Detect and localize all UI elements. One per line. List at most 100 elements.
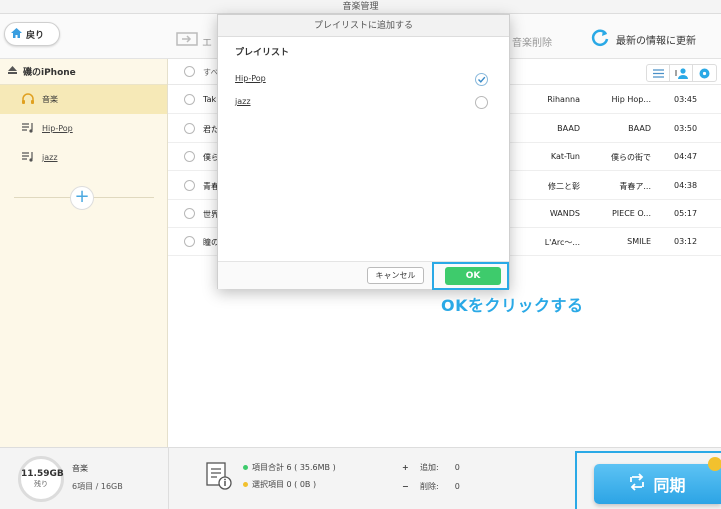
add-to-playlist-dialog: プレイリストに追加する プレイリスト Hip-Pop jazz キャンセル OK	[217, 14, 510, 290]
selected-items-text: 選択項目 0 ( 0B )	[252, 480, 317, 489]
playlist-icon	[22, 122, 34, 135]
free-space-label: 残り	[34, 480, 48, 488]
sidebar-item-jazz[interactable]: jazz	[0, 143, 167, 172]
device-name: 磯のiPhone	[23, 68, 76, 78]
row-checkbox[interactable]	[184, 94, 195, 105]
back-button[interactable]: 戻り	[4, 22, 60, 46]
total-items-line: 項目合計 6 ( 35.6MB )	[243, 462, 336, 473]
song-title: Tak	[203, 95, 217, 104]
playlist-checkbox-jazz[interactable]	[475, 96, 488, 109]
export-button[interactable]: エ	[176, 32, 212, 51]
song-duration: 04:47	[674, 152, 698, 161]
add-playlist-area: +	[0, 185, 168, 211]
song-artist: 修二と彰	[548, 182, 580, 191]
sidebar: 磯のiPhone 音楽 Hip-Pop jazz +	[0, 59, 168, 447]
total-dot-icon	[243, 465, 248, 470]
row-checkbox[interactable]	[184, 123, 195, 134]
song-album: BAAD	[628, 124, 651, 133]
back-button-label: 戻り	[26, 30, 45, 41]
refresh-icon	[590, 28, 610, 51]
delete-sign: −	[402, 482, 409, 491]
sync-label: 同期	[653, 476, 686, 495]
dialog-footer: キャンセル OK	[218, 261, 509, 290]
song-duration: 05:17	[674, 209, 698, 218]
list-view-button[interactable]	[647, 65, 670, 81]
song-artist: Kat-Tun	[550, 152, 580, 161]
playlist-icon	[22, 151, 34, 164]
plus-icon: +	[74, 186, 90, 207]
sidebar-item-label: Hip-Pop	[42, 124, 73, 133]
playlist-option-hip-pop[interactable]: Hip-Pop	[235, 74, 266, 83]
status-bar: 11.59GB 残り 音楽 6項目 / 16GB 項目合計 6 ( 35.6MB…	[0, 447, 721, 509]
row-checkbox[interactable]	[184, 236, 195, 247]
list-view-icon	[652, 68, 664, 78]
storage-ring: 11.59GB 残り	[18, 456, 64, 502]
window-title: 音楽管理	[342, 2, 379, 12]
sync-icon	[629, 473, 645, 495]
add-label: 追加:	[420, 463, 439, 472]
sync-button[interactable]: 同期	[594, 464, 721, 504]
free-space-value: 11.59GB	[21, 469, 64, 479]
song-album: 僕らの街で	[611, 153, 651, 162]
artist-view-button[interactable]	[670, 65, 693, 81]
song-duration: 03:45	[674, 95, 698, 104]
delete-count-line: − 削除: 0	[402, 481, 460, 492]
add-count-line: + 追加: 0	[402, 462, 460, 473]
delete-music-label: 音楽削除	[512, 38, 552, 49]
song-album: 青春ア...	[619, 182, 651, 191]
delete-label: 削除:	[420, 482, 439, 491]
storage-count: 6項目 / 16GB	[72, 482, 123, 491]
add-count: 0	[454, 463, 460, 472]
album-icon	[699, 68, 710, 78]
selected-dot-icon	[243, 482, 248, 487]
song-artist: BAAD	[557, 124, 580, 133]
export-icon	[176, 32, 198, 51]
refresh-button[interactable]: 最新の情報に更新	[590, 28, 696, 51]
divider	[168, 448, 169, 509]
device-header[interactable]: 磯のiPhone	[0, 59, 167, 85]
home-icon	[11, 27, 22, 41]
add-sign: +	[402, 463, 409, 472]
song-album: Hip Hop...	[611, 95, 651, 104]
song-duration: 03:12	[674, 237, 698, 246]
song-duration: 03:50	[674, 124, 698, 133]
cancel-button[interactable]: キャンセル	[367, 267, 424, 284]
dialog-title: プレイリストに追加する	[218, 15, 509, 37]
artist-icon	[674, 67, 688, 79]
callout-instruction: OKをクリックする	[441, 296, 584, 315]
eject-icon[interactable]	[8, 66, 17, 77]
add-playlist-button[interactable]: +	[70, 186, 94, 210]
row-checkbox[interactable]	[184, 151, 195, 162]
row-checkbox[interactable]	[184, 180, 195, 191]
export-label: エ	[202, 38, 212, 49]
delete-music-button[interactable]: 音楽削除	[512, 34, 552, 49]
view-toggle-group	[646, 64, 717, 82]
song-artist: L'Arc～...	[544, 238, 580, 247]
select-all-checkbox[interactable]	[184, 66, 195, 77]
refresh-label: 最新の情報に更新	[616, 36, 696, 47]
sidebar-item-hip-pop[interactable]: Hip-Pop	[0, 114, 167, 143]
sidebar-item-music[interactable]: 音楽	[0, 85, 167, 114]
song-artist: WANDS	[549, 209, 580, 218]
delete-count: 0	[454, 482, 460, 491]
playlist-option-jazz[interactable]: jazz	[235, 97, 251, 106]
document-info-icon	[206, 462, 232, 493]
playlist-checkbox-hip-pop[interactable]	[475, 73, 488, 86]
song-artist: Rihanna	[547, 95, 580, 104]
sidebar-item-label: jazz	[42, 153, 58, 162]
song-album: PIECE O...	[611, 209, 651, 218]
checkmark-icon	[478, 76, 486, 83]
dialog-subtitle: プレイリスト	[235, 48, 290, 58]
ok-button[interactable]: OK	[445, 267, 501, 285]
sidebar-item-label: 音楽	[42, 95, 58, 104]
song-duration: 04:38	[674, 181, 698, 190]
storage-category: 音楽	[72, 464, 88, 473]
headphones-icon	[22, 93, 34, 106]
row-checkbox[interactable]	[184, 208, 195, 219]
album-view-button[interactable]	[693, 65, 716, 81]
window-titlebar: 音楽管理	[0, 0, 721, 14]
selected-items-line: 選択項目 0 ( 0B )	[243, 479, 316, 490]
total-items-text: 項目合計 6 ( 35.6MB )	[252, 463, 336, 472]
song-album: SMILE	[627, 237, 651, 246]
sync-badge-icon	[708, 457, 721, 471]
